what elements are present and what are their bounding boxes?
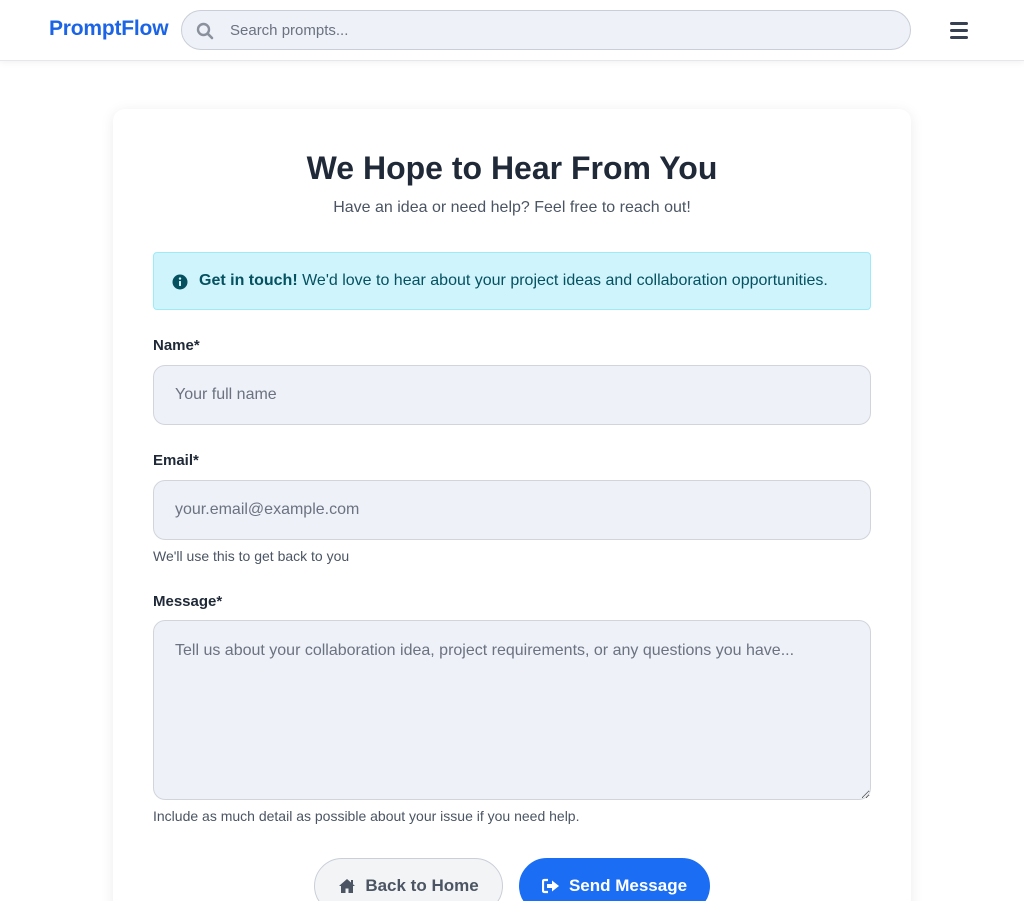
menu-button[interactable] <box>946 18 972 42</box>
search-input[interactable] <box>230 11 890 49</box>
message-label: Message* <box>153 593 223 610</box>
info-circle-icon <box>172 274 188 290</box>
page-subtitle: Have an idea or need help? Feel free to … <box>333 199 691 216</box>
page-title: We Hope to Hear From You <box>306 150 718 186</box>
brand-logo[interactable]: PromptFlow <box>49 17 169 41</box>
message-help-text: Include as much detail as possible about… <box>153 808 580 824</box>
message-field[interactable] <box>153 620 871 800</box>
alert-heading: Get in touch! <box>199 272 298 289</box>
email-label: Email* <box>153 452 199 469</box>
hamburger-menu-icon <box>950 22 968 25</box>
back-to-home-label: Back to Home <box>365 876 479 895</box>
search-bar[interactable] <box>181 10 911 50</box>
email-help-text: We'll use this to get back to you <box>153 548 350 564</box>
search-icon <box>196 22 214 40</box>
email-field[interactable] <box>153 480 871 540</box>
home-icon <box>339 879 356 893</box>
send-message-label: Send Message <box>568 876 688 895</box>
sign-out-arrow-icon <box>541 878 559 894</box>
back-to-home-button[interactable]: Back to Home <box>314 858 503 901</box>
send-message-button[interactable]: Send Message <box>519 858 710 901</box>
info-alert: Get in touch! We'd love to hear about yo… <box>153 252 871 310</box>
alert-message: We'd love to hear about your project ide… <box>302 272 828 289</box>
top-navbar: PromptFlow <box>0 0 1024 61</box>
name-label: Name* <box>153 337 200 354</box>
name-field[interactable] <box>153 365 871 425</box>
